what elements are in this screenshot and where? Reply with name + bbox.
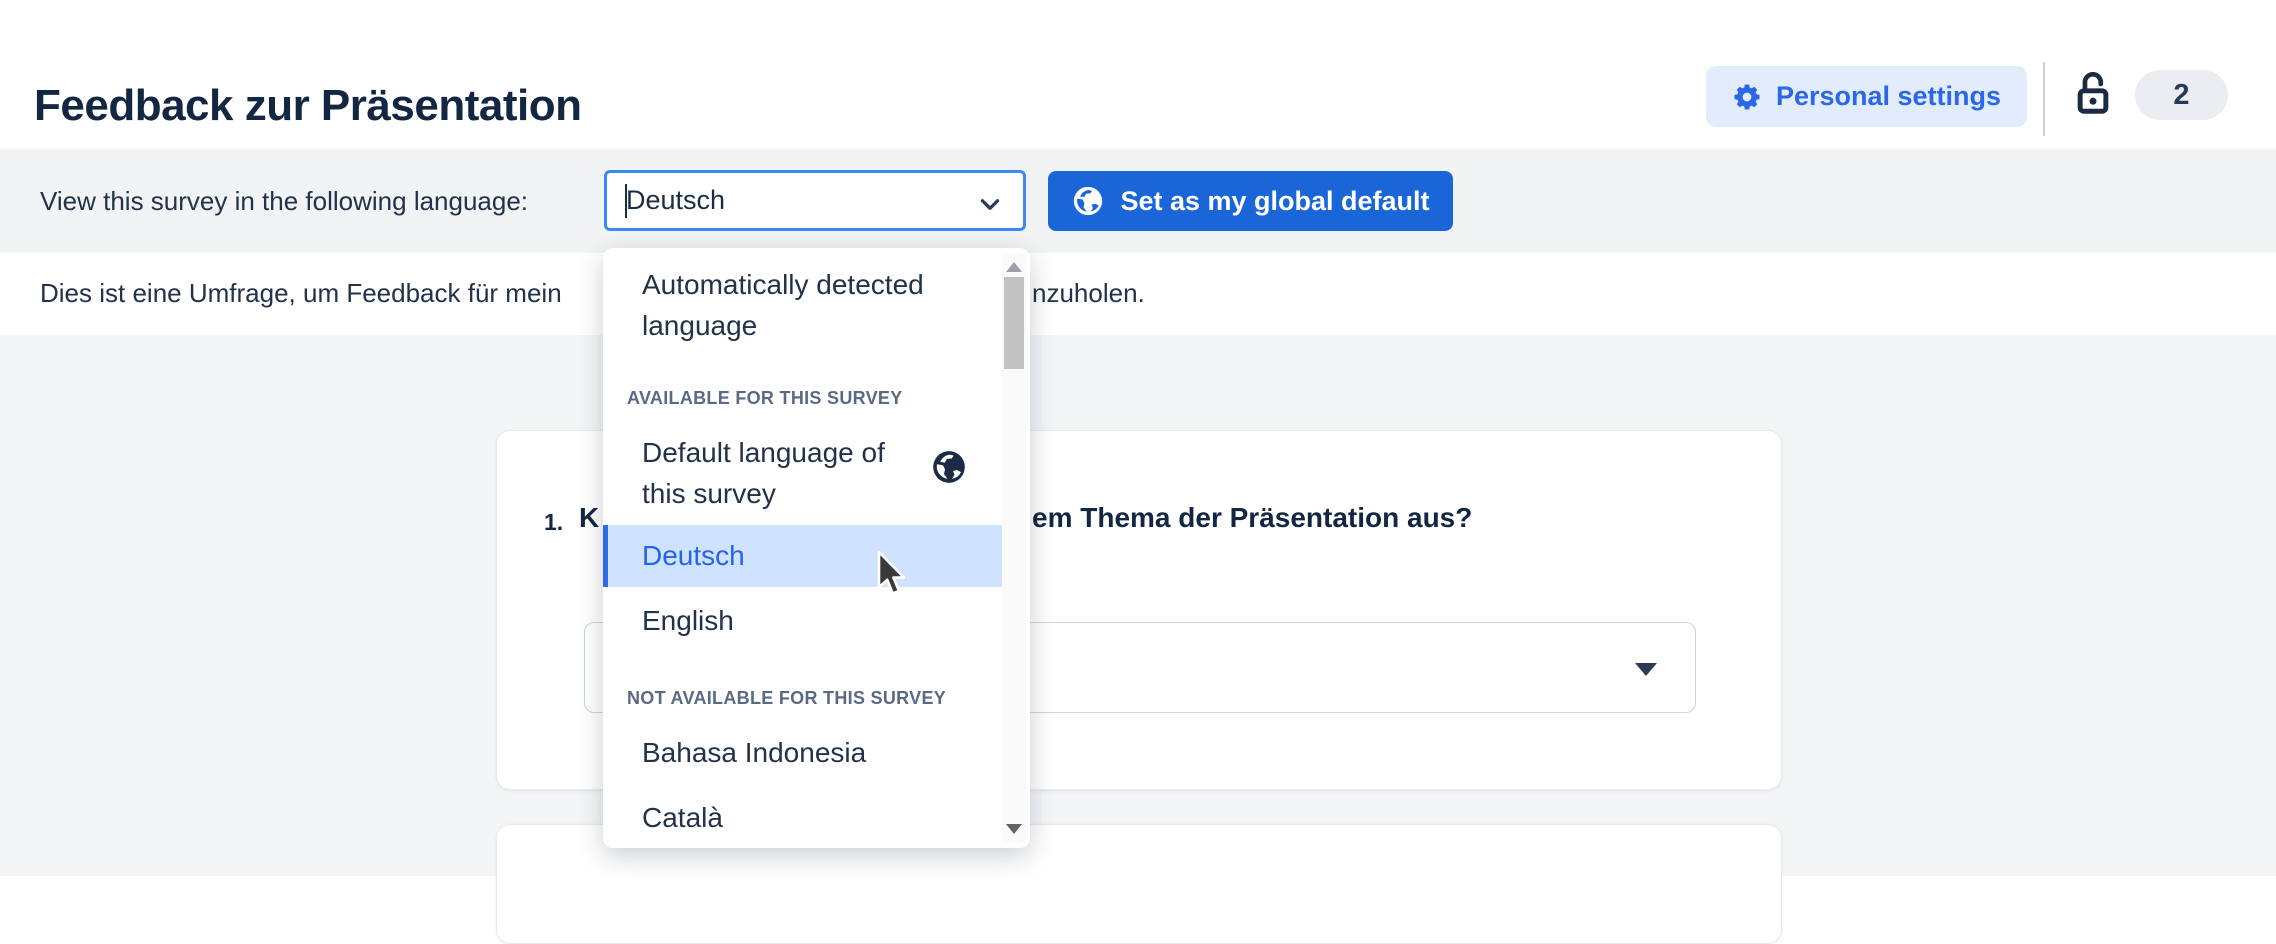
count-badge: 2 xyxy=(2135,70,2228,120)
dropdown-option-default-language[interactable]: Default language of this survey xyxy=(642,432,922,514)
caret-down-icon xyxy=(1635,663,1657,676)
survey-description-right: nzuholen. xyxy=(1032,278,1145,309)
language-select-value: Deutsch xyxy=(626,185,725,216)
chevron-down-icon xyxy=(977,191,1003,217)
dropdown-option-bahasa-indonesia[interactable]: Bahasa Indonesia xyxy=(642,732,866,773)
language-bar: View this survey in the following langua… xyxy=(0,149,2276,253)
globe-icon xyxy=(1071,184,1105,218)
dropdown-option-auto-detect[interactable]: Automatically detected language xyxy=(642,264,942,346)
globe-icon xyxy=(930,448,968,486)
personal-settings-label: Personal settings xyxy=(1776,81,2001,112)
survey-body: 1. K em Thema der Präsentation aus? xyxy=(0,335,2276,876)
dropdown-group-header-available: AVAILABLE FOR THIS SURVEY xyxy=(627,388,903,409)
question-number: 1. xyxy=(544,509,563,536)
unlock-icon[interactable] xyxy=(2074,68,2112,118)
language-dropdown-menu: Automatically detected language AVAILABL… xyxy=(603,248,1030,848)
scroll-up-arrow-icon[interactable] xyxy=(1006,262,1022,272)
scroll-down-arrow-icon[interactable] xyxy=(1006,824,1022,834)
question-text-left: K xyxy=(579,502,599,534)
header-divider xyxy=(2043,62,2045,136)
gear-icon xyxy=(1732,82,1762,112)
dropdown-scrollbar-thumb[interactable] xyxy=(1004,277,1024,369)
language-bar-label: View this survey in the following langua… xyxy=(40,149,528,253)
question-text-right: em Thema der Präsentation aus? xyxy=(1032,502,1472,534)
dropdown-option-english[interactable]: English xyxy=(642,600,734,641)
dropdown-option-deutsch-selected[interactable]: Deutsch xyxy=(603,525,1002,587)
set-global-default-button[interactable]: Set as my global default xyxy=(1048,171,1453,231)
badge-count-value: 2 xyxy=(2173,79,2189,112)
dropdown-scrollbar[interactable] xyxy=(1002,254,1026,842)
dropdown-option-catala[interactable]: Català xyxy=(642,797,723,838)
dropdown-option-deutsch-label: Deutsch xyxy=(642,540,745,572)
survey-description-left: Dies ist eine Umfrage, um Feedback für m… xyxy=(40,278,562,309)
set-global-default-label: Set as my global default xyxy=(1120,186,1429,217)
personal-settings-button[interactable]: Personal settings xyxy=(1706,66,2027,127)
header: Feedback zur Präsentation Personal setti… xyxy=(0,0,2276,149)
page-title: Feedback zur Präsentation xyxy=(34,81,581,132)
language-select[interactable]: Deutsch xyxy=(604,170,1026,231)
survey-description-row: Dies ist eine Umfrage, um Feedback für m… xyxy=(0,253,2276,335)
dropdown-group-header-not-available: NOT AVAILABLE FOR THIS SURVEY xyxy=(627,688,946,709)
